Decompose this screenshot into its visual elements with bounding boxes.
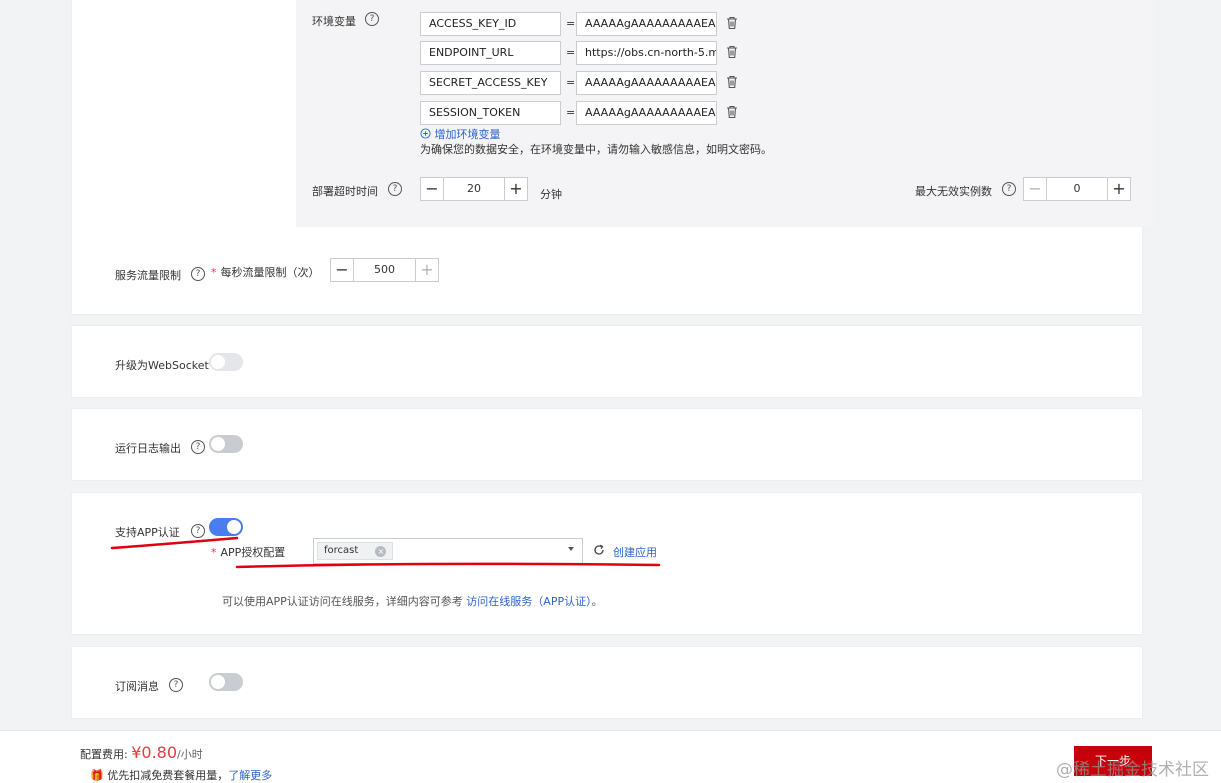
env-key-input[interactable]: ENDPOINT_URL bbox=[420, 41, 561, 65]
env-help-icon[interactable]: ? bbox=[365, 12, 379, 26]
env-key-input[interactable]: ACCESS_KEY_ID bbox=[420, 12, 561, 36]
env-settings-panel: 环境变量 ? ACCESS_KEY_ID = AAAAAgAAAAAAAAAEA… bbox=[296, 0, 1155, 227]
env-eq: = bbox=[566, 106, 576, 119]
flow-per-second-label: * 每秒流量限制（次） bbox=[211, 266, 320, 279]
deploy-timeout-unit: 分钟 bbox=[540, 188, 562, 201]
deploy-help-icon[interactable]: ? bbox=[388, 182, 402, 196]
max-invalid-value[interactable]: 0 bbox=[1046, 178, 1108, 200]
app-auth-doc-link[interactable]: 访问在线服务（APP认证） bbox=[466, 595, 591, 608]
max-invalid-instances-label: 最大无效实例数 bbox=[915, 185, 992, 198]
env-eq: = bbox=[566, 17, 576, 30]
flow-limit-label: 服务流量限制 bbox=[115, 269, 181, 282]
increment-button[interactable]: + bbox=[1108, 178, 1130, 200]
footer-bar: 配置费用: ¥0.80/小时 🎁 优先扣减免费套餐用量，了解更多 下一步 @稀土… bbox=[0, 730, 1221, 783]
toggle-knob bbox=[211, 675, 225, 689]
increment-button[interactable]: + bbox=[505, 178, 527, 200]
toggle-knob bbox=[211, 355, 225, 369]
flow-limit-stepper: − 500 + bbox=[330, 258, 439, 282]
subscribe-card: 订阅消息 ? bbox=[71, 646, 1143, 719]
promo-line: 🎁 优先扣减免费套餐用量，了解更多 bbox=[90, 767, 272, 783]
app-auth-hint: 可以使用APP认证访问在线服务，详细内容可参考 访问在线服务（APP认证）。 bbox=[222, 593, 603, 609]
flow-per-second-text: 每秒流量限制（次） bbox=[220, 266, 320, 279]
env-value-input[interactable]: AAAAAgAAAAAAAAAEA bbox=[576, 101, 717, 125]
watermark: @稀土掘金技术社区 bbox=[1056, 760, 1209, 780]
plus-circle-icon bbox=[420, 128, 431, 139]
env-value-input[interactable]: https://obs.cn-north-5.myhuaweicloud.com bbox=[576, 41, 717, 65]
decrement-button[interactable]: − bbox=[421, 178, 443, 200]
decrement-button[interactable]: − bbox=[331, 259, 353, 281]
toggle-knob bbox=[211, 437, 225, 451]
flow-limit-value[interactable]: 500 bbox=[353, 259, 416, 281]
fee-label: 配置费用: bbox=[80, 748, 128, 761]
log-output-label: 运行日志输出 bbox=[115, 442, 181, 455]
env-eq: = bbox=[566, 46, 576, 59]
env-eq: = bbox=[566, 76, 576, 89]
log-output-card: 运行日志输出 ? bbox=[71, 408, 1143, 481]
hint-suffix: 。 bbox=[591, 595, 603, 608]
websocket-toggle[interactable] bbox=[209, 353, 243, 371]
add-env-var-link[interactable]: 增加环境变量 bbox=[420, 126, 501, 142]
websocket-card: 升级为WebSocket bbox=[71, 325, 1143, 398]
learn-more-link[interactable]: 了解更多 bbox=[228, 769, 272, 782]
env-value-input[interactable]: AAAAAgAAAAAAAAAEA bbox=[576, 12, 717, 36]
log-output-toggle[interactable] bbox=[209, 435, 243, 453]
fee-price: ¥0.80 bbox=[131, 743, 178, 762]
websocket-label: 升级为WebSocket bbox=[115, 359, 209, 372]
subscribe-help-icon[interactable]: ? bbox=[169, 678, 183, 692]
delete-icon[interactable] bbox=[726, 75, 738, 89]
increment-button[interactable]: + bbox=[416, 259, 438, 281]
env-vars-label: 环境变量 bbox=[312, 15, 356, 28]
deploy-timeout-value[interactable]: 20 bbox=[443, 178, 505, 200]
hint-prefix: 可以使用APP认证访问在线服务，详细内容可参考 bbox=[222, 595, 463, 608]
fee-unit: /小时 bbox=[177, 748, 203, 761]
promo-text: 优先扣减免费套餐用量， bbox=[107, 769, 229, 782]
app-auth-card: 支持APP认证 ? * APP授权配置 forcast × 创建应用 可以使用AP… bbox=[71, 492, 1143, 635]
log-help-icon[interactable]: ? bbox=[191, 440, 205, 454]
env-value-input[interactable]: AAAAAgAAAAAAAAAEA bbox=[576, 71, 717, 95]
flow-help-icon[interactable]: ? bbox=[191, 267, 205, 281]
delete-icon[interactable] bbox=[726, 16, 738, 30]
max-invalid-stepper: − 0 + bbox=[1023, 177, 1131, 201]
subscribe-label: 订阅消息 bbox=[115, 680, 159, 693]
decrement-button[interactable]: − bbox=[1024, 178, 1046, 200]
env-key-input[interactable]: SESSION_TOKEN bbox=[420, 101, 561, 125]
runtime-config-card: 环境变量 ? ACCESS_KEY_ID = AAAAAgAAAAAAAAAEA… bbox=[71, 0, 1155, 315]
max-invalid-help-icon[interactable]: ? bbox=[1002, 182, 1016, 196]
gift-icon: 🎁 bbox=[90, 769, 104, 782]
delete-icon[interactable] bbox=[726, 105, 738, 119]
add-env-var-label: 增加环境变量 bbox=[434, 128, 501, 141]
deploy-timeout-stepper: − 20 + bbox=[420, 177, 528, 201]
deploy-timeout-label: 部署超时时间 bbox=[312, 185, 378, 198]
subscribe-toggle[interactable] bbox=[209, 673, 243, 691]
fee-summary: 配置费用: ¥0.80/小时 bbox=[80, 743, 203, 762]
env-key-input[interactable]: SECRET_ACCESS_KEY bbox=[420, 71, 561, 95]
delete-icon[interactable] bbox=[726, 45, 738, 59]
red-annotation-marks bbox=[110, 536, 661, 569]
env-security-hint: 为确保您的数据安全，在环境变量中，请勿输入敏感信息，如明文密码。 bbox=[420, 143, 772, 156]
